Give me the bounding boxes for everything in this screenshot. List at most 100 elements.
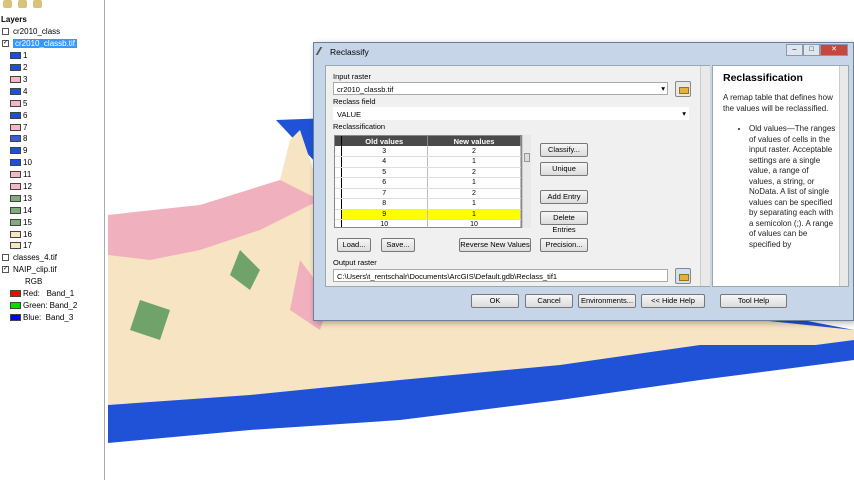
layer-checkbox[interactable] (2, 254, 9, 262)
legend-swatch (10, 230, 21, 238)
table-row[interactable]: 52 (335, 167, 521, 178)
folder-icon (679, 274, 689, 281)
old-value-cell[interactable]: 10 (341, 219, 428, 227)
maximize-button[interactable]: □ (803, 44, 820, 56)
reverse-new-values-button[interactable]: Reverse New Values (459, 238, 531, 252)
classify-button[interactable]: Classify... (540, 143, 588, 157)
ok-button[interactable]: OK (471, 294, 519, 308)
new-value-cell[interactable]: 10 (427, 219, 521, 227)
help-intro: A remap table that defines how the value… (723, 93, 833, 113)
hide-help-button[interactable]: << Hide Help (641, 294, 705, 308)
legend-class: 10 (0, 157, 104, 169)
legend-class: 6 (0, 109, 104, 121)
list-by-drawing-order-icon[interactable] (3, 0, 12, 8)
table-row[interactable]: 91 (335, 209, 521, 220)
hammer-icon (315, 47, 330, 55)
legend-swatch (10, 147, 21, 155)
legend-label: 14 (23, 205, 32, 215)
layer-checkbox[interactable] (2, 28, 9, 36)
table-row[interactable]: 32 (335, 146, 521, 157)
table-row[interactable]: 61 (335, 177, 521, 189)
table-scrollbar[interactable] (522, 135, 531, 228)
legend-label: 6 (23, 110, 28, 120)
reclassify-dialog: Reclassify – □ ✕ Input raster cr2010_class… (313, 42, 854, 321)
unique-button[interactable]: Unique (540, 162, 588, 176)
layer-name: classes_4.tif (13, 253, 58, 263)
input-raster-value: cr2010_classb.tif (337, 85, 394, 94)
old-value-cell[interactable]: 6 (341, 177, 428, 189)
table-of-contents: Layers cr2010_class ✓ cr2010_classb.tif 1 2 3… (0, 0, 105, 480)
legend-label: 10 (23, 158, 32, 168)
precision-button[interactable]: Precision... (540, 238, 588, 252)
old-value-cell[interactable]: 8 (341, 198, 428, 210)
new-value-cell[interactable]: 2 (427, 167, 521, 178)
output-raster-input[interactable]: C:\Users\t_rentschalr\Documents\ArcGIS\D… (333, 269, 668, 282)
scrollbar-thumb[interactable] (524, 153, 530, 162)
new-value-cell[interactable]: 2 (427, 188, 521, 199)
folder-icon (679, 87, 689, 94)
legend-class: 8 (0, 133, 104, 145)
new-value-cell[interactable]: 2 (427, 146, 521, 157)
table-row[interactable]: 72 (335, 188, 521, 199)
new-value-cell[interactable]: 1 (427, 156, 521, 168)
legend-label: 3 (23, 75, 28, 84)
chevron-down-icon: ▾ (682, 109, 686, 118)
dialog-titlebar[interactable]: Reclassify – □ ✕ (314, 43, 853, 60)
old-value-cell[interactable]: 5 (341, 167, 428, 178)
list-by-source-icon[interactable] (18, 0, 27, 8)
table-row[interactable]: 10 10 (335, 219, 521, 227)
legend-class: 15 (0, 216, 104, 228)
legend-label: 11 (23, 170, 32, 180)
old-value-cell[interactable]: 4 (341, 156, 428, 168)
column-header-new: New values (427, 136, 521, 146)
help-bullet: Old values—The ranges of values of cells… (749, 124, 836, 250)
reclassification-label: Reclassification (333, 122, 386, 131)
old-value-cell[interactable]: 3 (341, 146, 428, 157)
delete-entries-button[interactable]: Delete Entries (540, 211, 588, 234)
band-swatch (10, 290, 21, 298)
load-button[interactable]: Load... (337, 238, 371, 252)
legend-swatch (10, 206, 21, 214)
rgb-label: RGB (25, 277, 43, 287)
legend-swatch (10, 171, 21, 179)
legend-class: 2 (0, 62, 104, 74)
legend-class: 12 (0, 181, 104, 193)
layer-checkbox[interactable]: ✓ (2, 40, 9, 48)
legend-class: 3 (0, 74, 104, 86)
input-raster-label: Input raster (333, 72, 371, 81)
legend-label: 1 (23, 51, 28, 61)
minimize-button[interactable]: – (786, 44, 803, 56)
new-value-cell[interactable]: 1 (427, 209, 521, 220)
old-value-cell[interactable]: 7 (341, 188, 428, 199)
new-value-cell[interactable]: 1 (427, 198, 521, 210)
new-value-cell[interactable]: 1 (427, 177, 521, 189)
reclass-field-select[interactable]: VALUE ▾ (333, 107, 689, 120)
options-icon[interactable] (33, 0, 42, 8)
old-value-cell[interactable]: 9 (341, 209, 428, 220)
legend-class: 17 (0, 240, 104, 252)
input-raster-select[interactable]: cr2010_classb.tif ▾ (333, 82, 668, 95)
tool-help-button[interactable]: Tool Help (720, 294, 787, 308)
table-row[interactable]: 81 (335, 198, 521, 210)
close-button[interactable]: ✕ (820, 44, 848, 56)
legend-label: 2 (23, 63, 28, 73)
band-label: Blue: Band_3 (23, 312, 74, 322)
layer-item[interactable]: classes_4.tif (0, 252, 104, 264)
column-header-old: Old values (341, 136, 428, 146)
layer-item[interactable]: ✓ NAIP_clip.tif (0, 264, 104, 276)
band-item: Blue: Band_3 (0, 311, 104, 323)
layer-item[interactable]: ✓ cr2010_classb.tif (0, 38, 104, 50)
legend-class: 13 (0, 192, 104, 204)
table-row[interactable]: 41 (335, 156, 521, 168)
environments-button[interactable]: Environments... (578, 294, 636, 308)
panel-scrollbar[interactable] (700, 66, 710, 286)
reclass-table[interactable]: Old values New values 3 2 4 1 5 2 6 1 7 2 8 1 9 1 10 10 (334, 135, 522, 228)
layer-checkbox[interactable]: ✓ (2, 266, 9, 274)
browse-output-button[interactable] (675, 268, 691, 284)
save-button[interactable]: Save... (381, 238, 415, 252)
add-entry-button[interactable]: Add Entry (540, 190, 588, 204)
layer-item[interactable]: cr2010_class (0, 26, 104, 38)
browse-input-button[interactable] (675, 81, 691, 97)
help-scrollbar[interactable] (839, 66, 848, 286)
cancel-button[interactable]: Cancel (525, 294, 573, 308)
